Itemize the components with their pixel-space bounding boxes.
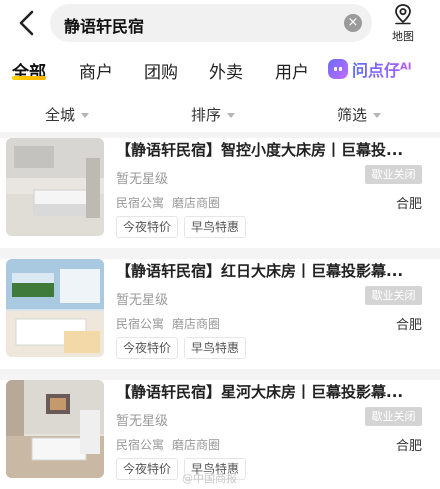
tab-users[interactable]: 用户 bbox=[275, 58, 309, 83]
listing-photo bbox=[6, 138, 104, 236]
listing-city: 合肥 bbox=[395, 439, 422, 454]
tag: 今夜特价 bbox=[116, 458, 179, 480]
listing-meta: 民宿公寓 磨店商圈 bbox=[116, 438, 221, 452]
tag: 今夜特价 bbox=[116, 216, 179, 238]
listing-city: 合肥 bbox=[395, 318, 422, 333]
top-bar: 静语轩民宿 × 地图 bbox=[0, 0, 440, 48]
back-button[interactable] bbox=[12, 6, 42, 40]
chevron-down-icon bbox=[227, 113, 236, 118]
listing-meta: 民宿公寓 磨店商圈 bbox=[116, 196, 221, 210]
result-card[interactable]: 【静语轩民宿】红日大床房丨巨幕投影幕... 暂无星级 歇业关闭 民宿公寓 磨店商圈… bbox=[0, 259, 440, 369]
back-arrow-icon bbox=[19, 10, 34, 36]
star-rating: 暂无星级 bbox=[116, 172, 169, 187]
tab-delivery[interactable]: 外卖 bbox=[209, 58, 243, 83]
status-badge: 歇业关闭 bbox=[365, 407, 422, 426]
star-rating: 暂无星级 bbox=[116, 414, 169, 429]
filter-sort[interactable]: 排序 bbox=[191, 104, 236, 125]
tag: 早鸟特惠 bbox=[184, 337, 247, 359]
search-input[interactable]: 静语轩民宿 × bbox=[50, 4, 372, 42]
tab-ai-assistant[interactable]: 问点仔AI bbox=[328, 57, 411, 81]
tab-merchants[interactable]: 商户 bbox=[79, 58, 113, 83]
status-badge: 歇业关闭 bbox=[365, 165, 422, 184]
tag: 今夜特价 bbox=[116, 337, 179, 359]
listing-title: 【静语轩民宿】星河大床房丨巨幕投影幕... bbox=[116, 383, 404, 401]
results-area: 全城 排序 筛选 【静语轩民宿】智控小度大床房丨巨幕投... 暂无星级 歇业关闭… bbox=[0, 92, 440, 489]
tab-group-deals[interactable]: 团购 bbox=[144, 58, 178, 83]
filter-bar: 全城 排序 筛选 bbox=[0, 92, 440, 132]
ai-assistant-icon bbox=[328, 59, 348, 79]
tag-list: 今夜特价 早鸟特惠 bbox=[116, 337, 252, 359]
star-rating: 暂无星级 bbox=[116, 293, 169, 308]
active-tab-indicator bbox=[12, 76, 46, 80]
tabs-fade bbox=[430, 52, 440, 86]
search-query: 静语轩民宿 bbox=[64, 17, 145, 36]
map-pin-icon bbox=[395, 4, 411, 25]
tag: 早鸟特惠 bbox=[184, 216, 247, 238]
listing-photo bbox=[6, 259, 104, 357]
ai-assistant-label: 问点仔AI bbox=[352, 57, 411, 81]
filter-more[interactable]: 筛选 bbox=[337, 104, 382, 125]
map-button[interactable]: 地图 bbox=[386, 3, 420, 43]
listing-title: 【静语轩民宿】红日大床房丨巨幕投影幕... bbox=[116, 262, 404, 280]
filter-city[interactable]: 全城 bbox=[45, 104, 90, 125]
listing-city: 合肥 bbox=[395, 197, 422, 212]
chevron-down-icon bbox=[81, 113, 90, 118]
listing-meta: 民宿公寓 磨店商圈 bbox=[116, 317, 221, 331]
tag-list: 今夜特价 早鸟特惠 bbox=[116, 216, 252, 238]
watermark: @中国商报 bbox=[182, 472, 237, 485]
listing-title: 【静语轩民宿】智控小度大床房丨巨幕投... bbox=[116, 141, 404, 159]
status-badge: 歇业关闭 bbox=[365, 286, 422, 305]
result-card[interactable]: 【静语轩民宿】智控小度大床房丨巨幕投... 暂无星级 歇业关闭 民宿公寓 磨店商圈… bbox=[0, 138, 440, 248]
clear-icon[interactable]: × bbox=[344, 14, 362, 32]
chevron-down-icon bbox=[373, 113, 382, 118]
map-label: 地图 bbox=[392, 30, 414, 43]
listing-photo bbox=[6, 380, 104, 478]
